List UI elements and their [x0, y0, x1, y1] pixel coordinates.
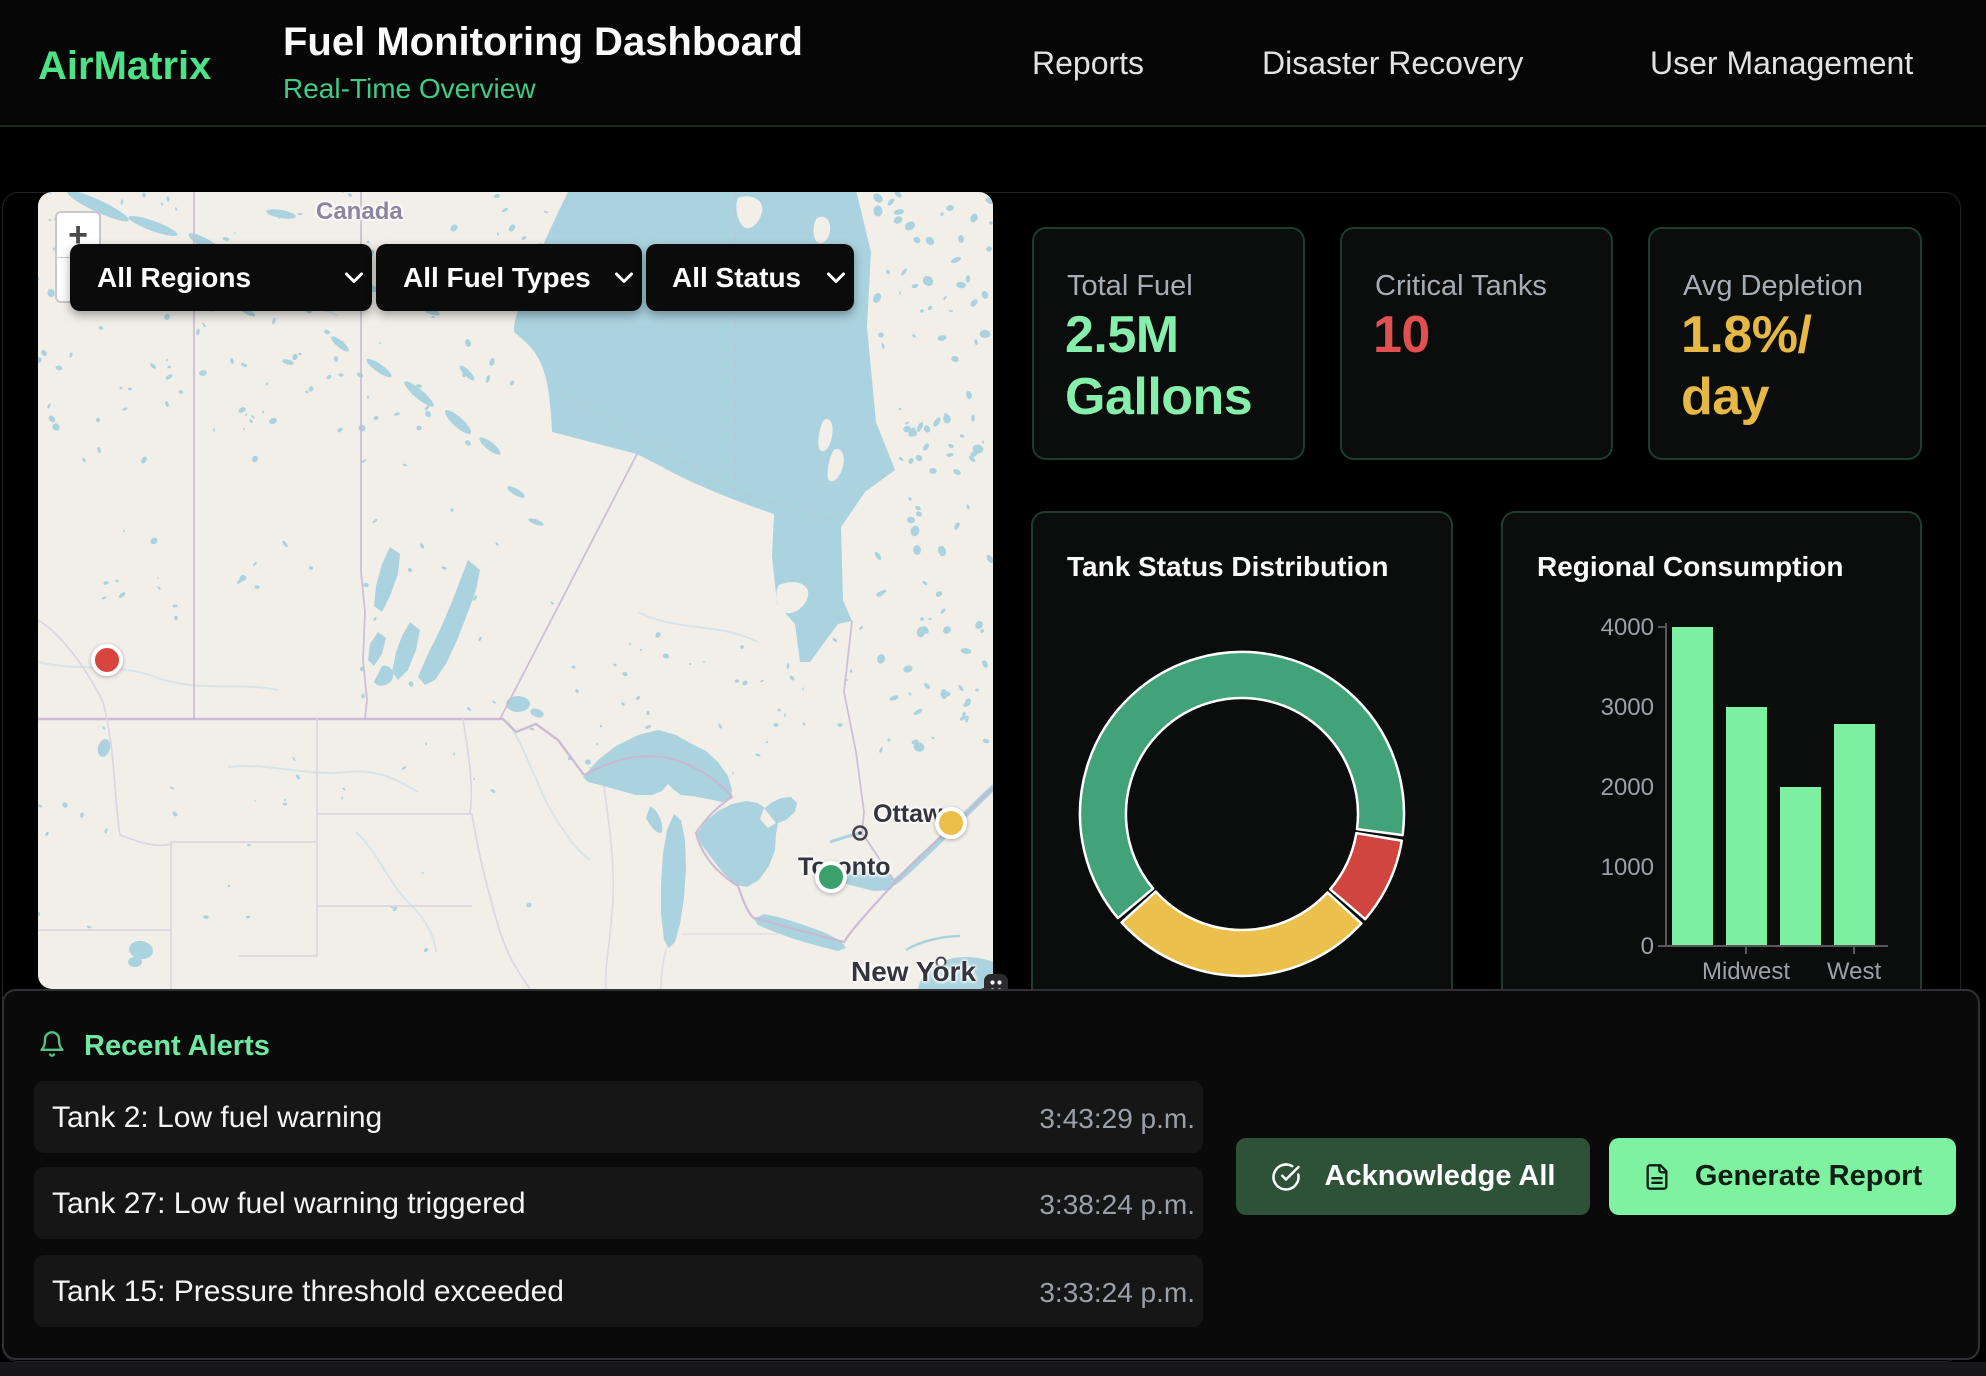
svg-text:3000: 3000 — [1601, 694, 1654, 721]
svg-text:1000: 1000 — [1601, 854, 1654, 881]
svg-text:Midwest: Midwest — [1702, 958, 1790, 985]
svg-text:2000: 2000 — [1601, 774, 1654, 801]
svg-text:0: 0 — [1641, 933, 1654, 960]
svg-text:4000: 4000 — [1601, 614, 1654, 641]
svg-text:West: West — [1827, 958, 1882, 985]
